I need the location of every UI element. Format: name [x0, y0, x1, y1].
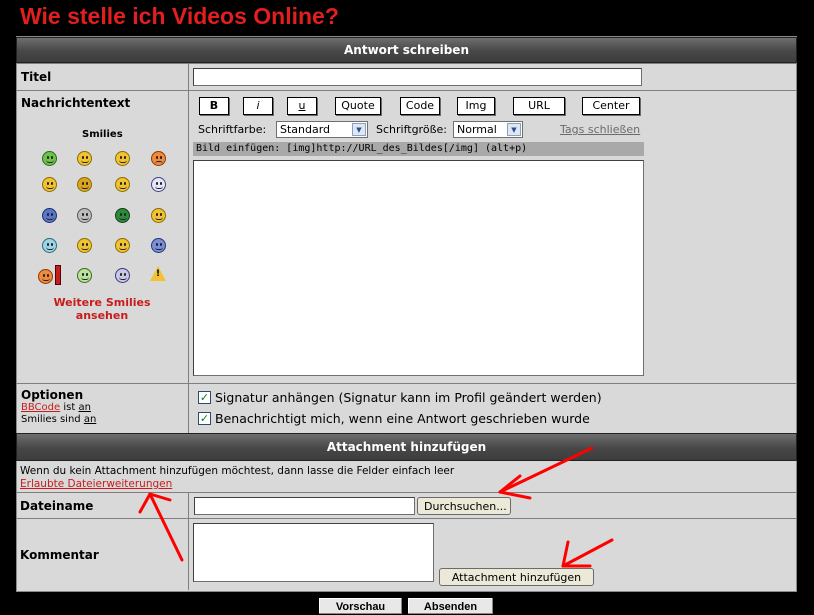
arrow-to-browse — [498, 446, 594, 494]
arrow-to-add-attachment — [561, 538, 614, 568]
annotation-arrows — [138, 446, 614, 568]
arrow-to-extensions — [148, 492, 184, 562]
